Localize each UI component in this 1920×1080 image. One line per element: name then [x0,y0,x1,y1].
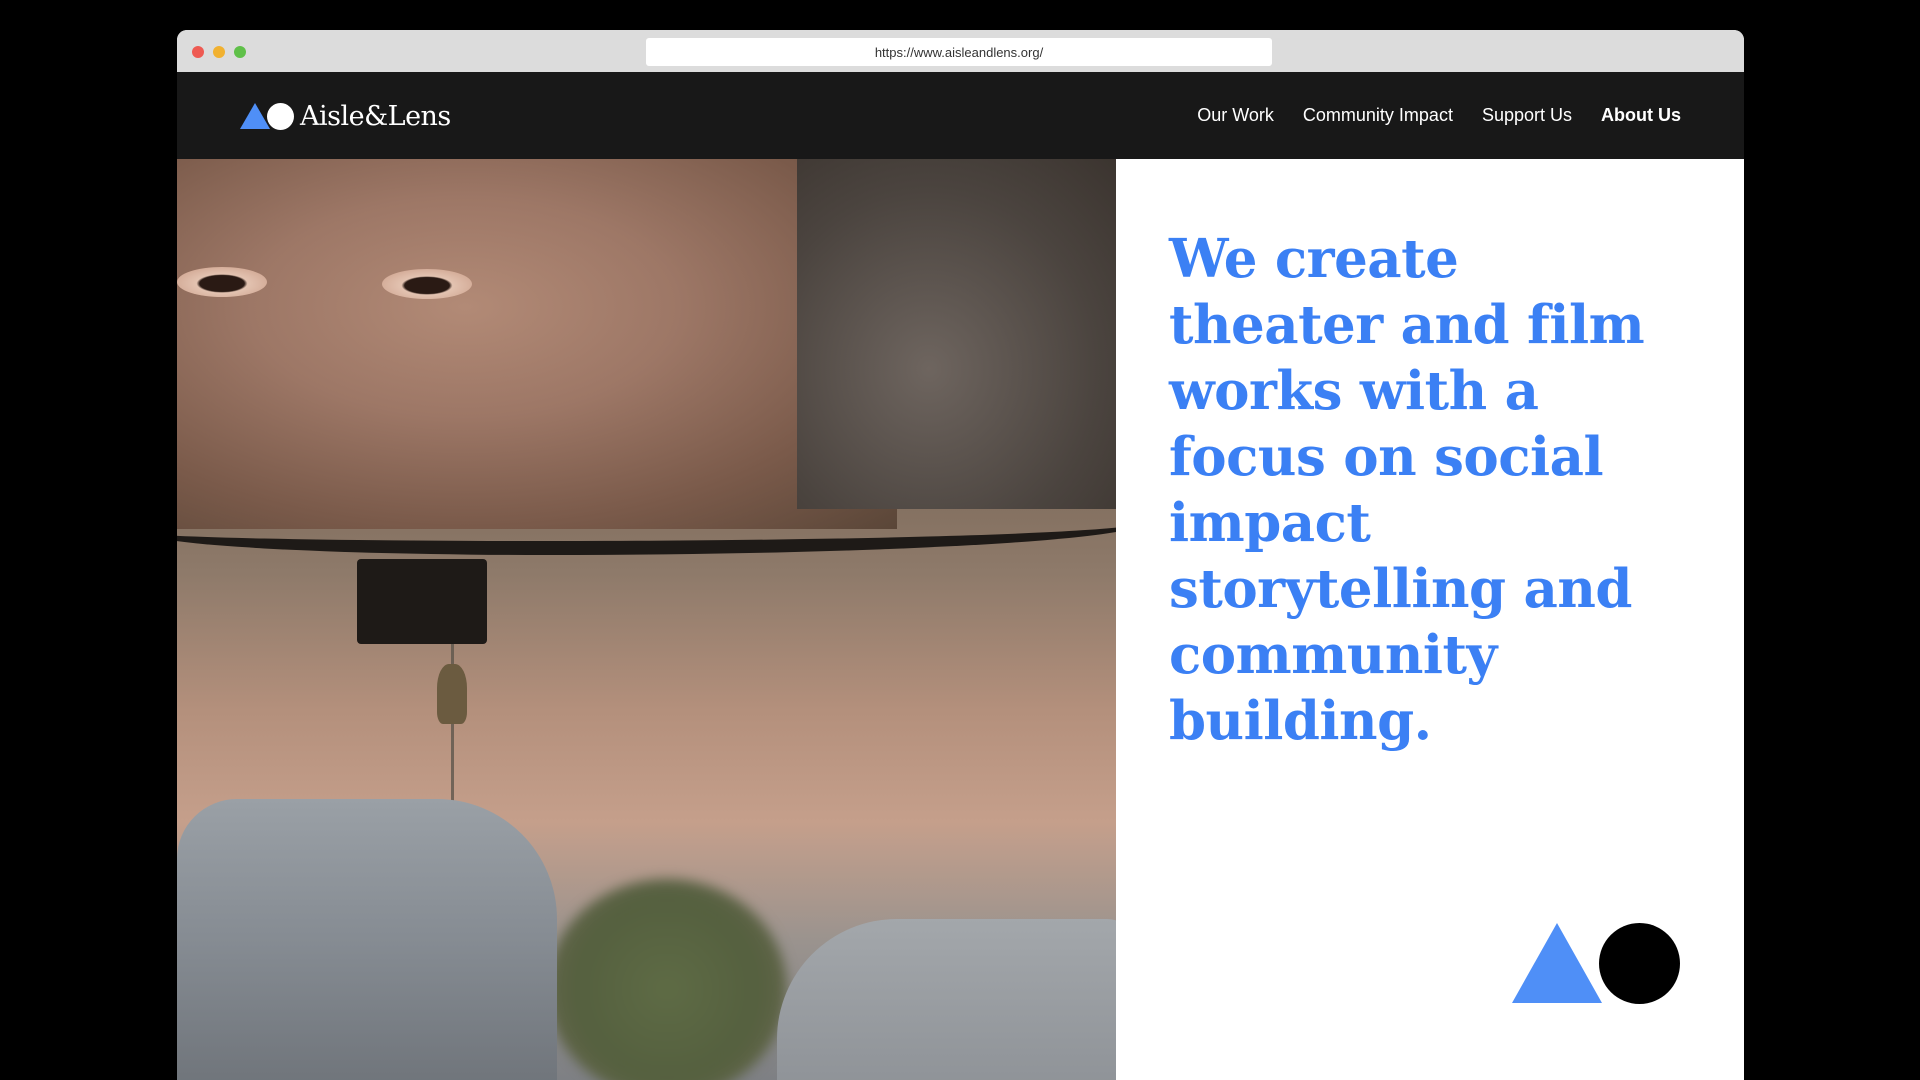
photo-charm [437,664,467,724]
site-header: Aisle&Lens Our Work Community Impact Sup… [177,72,1744,159]
browser-titlebar: https://www.aisleandlens.org/ [177,30,1744,72]
nav-item-community-impact[interactable]: Community Impact [1303,105,1453,126]
photo-car-right [777,919,1116,1080]
site-logo[interactable]: Aisle&Lens [240,100,451,132]
photo-face-reflection [177,159,897,529]
maximize-window-button[interactable] [234,46,246,58]
photo-headrest [797,159,1116,509]
nav-item-our-work[interactable]: Our Work [1197,105,1274,126]
photo-bush [547,879,787,1080]
photo-mirror-mount [357,559,487,644]
address-bar[interactable]: https://www.aisleandlens.org/ [646,38,1272,66]
close-window-button[interactable] [192,46,204,58]
circle-icon [1599,923,1680,1004]
photo-eye [177,267,267,297]
hero-headline: We create theater and film works with a … [1169,228,1645,752]
hero-image [177,159,1116,1080]
triangle-icon [1512,923,1602,1003]
photo-eye [382,269,472,299]
minimize-window-button[interactable] [213,46,225,58]
nav-item-support-us[interactable]: Support Us [1482,105,1572,126]
browser-window: https://www.aisleandlens.org/ Aisle&Lens… [177,30,1744,1080]
nav-item-about-us[interactable]: About Us [1601,105,1681,126]
circle-icon [267,102,294,130]
photo-car-left [177,799,557,1080]
main-nav: Our Work Community Impact Support Us Abo… [1197,72,1681,159]
logo-text: Aisle&Lens [300,100,451,132]
triangle-icon [240,103,270,129]
photo-mirror-rim [177,499,1116,555]
